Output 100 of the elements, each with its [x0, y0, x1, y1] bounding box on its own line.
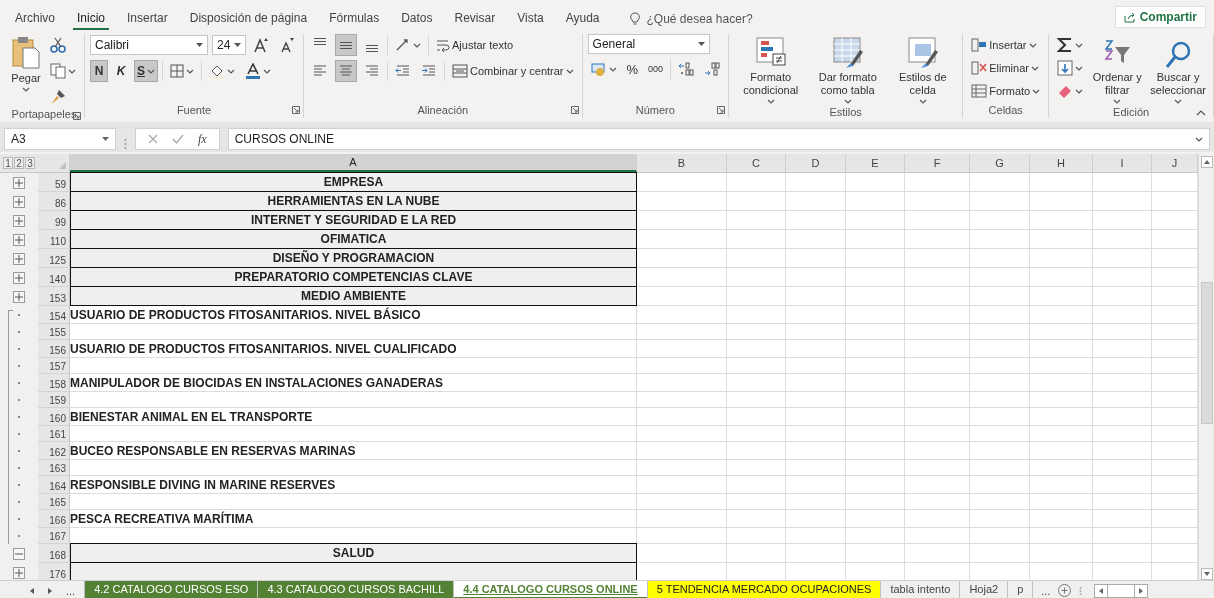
sort-filter-button[interactable]: Ordenar y filtrar	[1090, 34, 1145, 106]
column-header[interactable]: B	[637, 154, 727, 172]
expand-caret-icon[interactable]	[1195, 136, 1203, 142]
next-sheet-icon[interactable]	[48, 587, 52, 594]
expand-button[interactable]	[13, 214, 25, 227]
menu-tab[interactable]: Disposición de página	[185, 11, 312, 30]
horizontal-scrollbar[interactable]	[1094, 583, 1149, 598]
percent-button[interactable]: %	[623, 58, 642, 80]
column-header[interactable]: G	[970, 154, 1030, 172]
wrap-text-button[interactable]: Ajustar texto	[433, 34, 517, 56]
expand-button[interactable]	[13, 195, 25, 208]
outline-level-button[interactable]: 1	[3, 157, 13, 169]
column-header[interactable]: F	[905, 154, 970, 172]
find-select-button[interactable]: Buscar y seleccionar	[1148, 34, 1208, 106]
more-sheets-button[interactable]: ...	[1041, 584, 1051, 597]
row-header[interactable]: 176	[38, 563, 70, 580]
menu-tab[interactable]: Fórmulas	[325, 11, 384, 30]
row-header[interactable]: 154	[38, 306, 70, 324]
scroll-down-button[interactable]	[1200, 568, 1213, 580]
number-format-field[interactable]: General	[587, 34, 710, 54]
menu-tab[interactable]: Revisar	[450, 11, 500, 30]
expand-button[interactable]	[13, 252, 25, 265]
menu-tab[interactable]: Vista	[513, 11, 548, 30]
dialog-launcher-icon[interactable]	[570, 106, 579, 114]
row-header[interactable]: 168	[38, 544, 70, 563]
tell-me-field[interactable]: ¿Qué desea hacer?	[646, 12, 797, 26]
vertical-scrollbar[interactable]	[1198, 154, 1214, 580]
column-header[interactable]: H	[1030, 154, 1093, 172]
sheet-tab[interactable]: 4.4 CATALOGO CURSOS ONLINE	[453, 581, 648, 598]
format-cells-button[interactable]: Formato	[968, 80, 1044, 102]
row-header[interactable]: 163	[38, 460, 70, 476]
row-header[interactable]: 99	[38, 211, 70, 230]
share-button[interactable]: Compartir	[1114, 6, 1206, 28]
underline-button[interactable]: S	[134, 60, 158, 82]
add-sheet-icon[interactable]	[1058, 584, 1072, 597]
row-header[interactable]: 157	[38, 358, 70, 374]
sheet-tab[interactable]: 4.2 CATALOGO CURSOS ESO	[84, 581, 259, 598]
column-header[interactable]: E	[846, 154, 905, 172]
expand-button[interactable]	[13, 290, 25, 303]
menu-tab[interactable]: Ayuda	[561, 11, 604, 30]
format-as-table-button[interactable]: Dar formato como tabla	[811, 34, 885, 106]
menu-tab[interactable]: Archivo	[11, 11, 59, 30]
row-header[interactable]: 153	[38, 287, 70, 306]
paste-button[interactable]: Pegar	[9, 34, 43, 94]
merge-center-button[interactable]: Combinar y centrar	[449, 60, 577, 82]
collapse-ribbon-icon[interactable]	[1196, 110, 1206, 116]
row-header[interactable]: 140	[38, 268, 70, 287]
column-header[interactable]: I	[1093, 154, 1152, 172]
outline-level-button[interactable]: 2	[14, 157, 24, 169]
outline-level-button[interactable]: 3	[25, 157, 35, 169]
menu-tab[interactable]: Insertar	[123, 11, 172, 30]
dialog-launcher-icon[interactable]	[717, 106, 726, 114]
bold-button[interactable]: N	[90, 60, 108, 82]
row-header[interactable]: 110	[38, 230, 70, 249]
row-header[interactable]: 155	[38, 324, 70, 340]
delete-cells-button[interactable]: Eliminar	[968, 57, 1044, 79]
expand-button[interactable]	[13, 271, 25, 284]
row-header[interactable]: 166	[38, 510, 70, 528]
row-header[interactable]: 160	[38, 408, 70, 426]
sheet-tab[interactable]: 5 TENDENCIA MERCADO OCUPACIONES	[646, 581, 882, 598]
scroll-thumb[interactable]	[1200, 282, 1213, 424]
collapse-button[interactable]	[13, 547, 25, 560]
expand-button[interactable]	[13, 233, 25, 246]
row-header[interactable]: 165	[38, 494, 70, 510]
cancel-icon[interactable]	[148, 134, 158, 144]
dialog-launcher-icon[interactable]	[292, 106, 300, 114]
sheet-tab[interactable]: 4.3 CATALOGO CURSOS BACHILL	[257, 581, 455, 598]
column-header[interactable]: D	[786, 154, 846, 172]
thousands-button[interactable]: 000	[645, 58, 667, 80]
conditional-formatting-button[interactable]: Formato condicional	[734, 34, 808, 106]
menu-tab[interactable]: Datos	[397, 11, 437, 30]
insert-cells-button[interactable]: Insertar	[968, 34, 1044, 56]
row-header[interactable]: 162	[38, 442, 70, 460]
check-icon[interactable]	[172, 134, 184, 144]
scroll-up-button[interactable]	[1200, 156, 1213, 168]
previous-sheet-icon[interactable]	[30, 587, 34, 594]
row-header[interactable]: 125	[38, 249, 70, 268]
expand-button[interactable]	[13, 566, 25, 579]
row-header[interactable]: 158	[38, 374, 70, 392]
middle-align-button[interactable]	[335, 34, 357, 56]
row-header[interactable]: 159	[38, 392, 70, 408]
column-header[interactable]: C	[727, 154, 786, 172]
row-header[interactable]: 161	[38, 426, 70, 442]
row-header[interactable]: 59	[38, 173, 70, 192]
name-box[interactable]: A3	[4, 128, 116, 150]
row-header[interactable]: 167	[38, 528, 70, 544]
row-header[interactable]: 156	[38, 340, 70, 358]
row-header[interactable]: 86	[38, 192, 70, 211]
formula-field[interactable]: CURSOS ONLINE	[227, 128, 1210, 150]
cell-styles-button[interactable]: Estilos de celda	[888, 34, 958, 106]
more-sheets-button[interactable]: ...	[66, 584, 76, 597]
italic-button[interactable]: K	[112, 60, 130, 82]
row-header[interactable]: 164	[38, 476, 70, 494]
splitter-icon[interactable]	[1079, 585, 1083, 596]
font-name-field[interactable]: Calibri	[90, 35, 208, 55]
font-size-field[interactable]: 24	[212, 35, 246, 55]
column-header[interactable]: A	[70, 154, 637, 172]
copy-icon	[50, 63, 66, 79]
insert-function-button[interactable]: fx	[198, 131, 207, 147]
expand-button[interactable]	[13, 176, 25, 189]
